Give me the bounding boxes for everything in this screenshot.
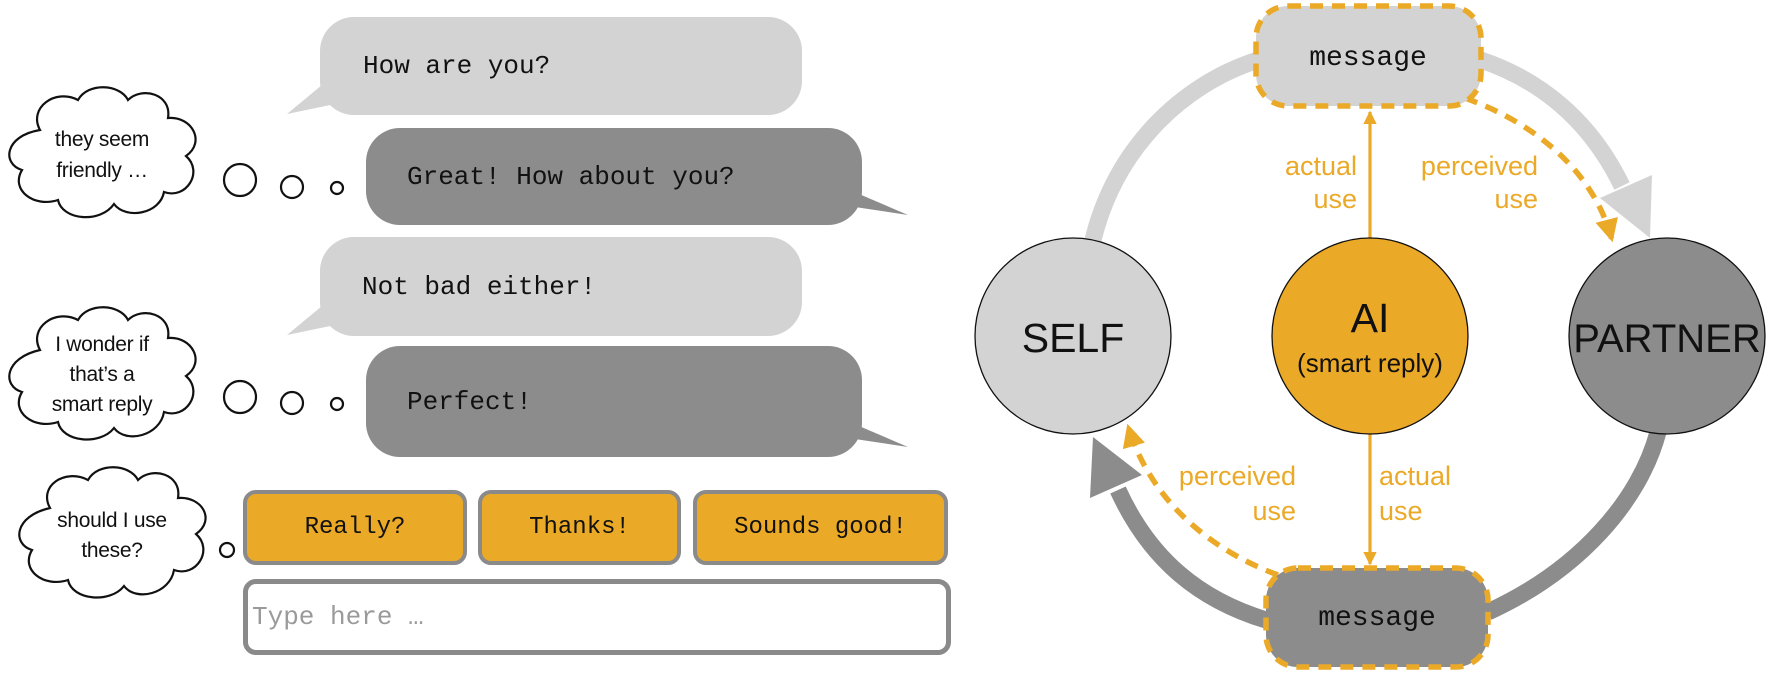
chip-label: Thanks! — [529, 514, 630, 541]
message-bubble-self: Great! How about you? — [366, 128, 862, 225]
thought-text: I wonder if that’s a smart reply — [22, 330, 182, 420]
thought-dot-medium — [279, 174, 305, 200]
flow-self-to-message — [1084, 51, 1261, 243]
thought-dot-small — [218, 541, 236, 559]
message-input[interactable]: Type here … — [243, 579, 951, 655]
node-partner-label: PARTNER — [1573, 317, 1760, 361]
thought-line: friendly … — [56, 159, 148, 182]
smart-reply-chip-thanks[interactable]: Thanks! — [478, 490, 681, 565]
message-text: Great! How about you? — [407, 161, 735, 192]
message-text: Perfect! — [407, 386, 532, 417]
thought-text: should I use these? — [32, 506, 192, 566]
thought-line: I wonder if — [55, 333, 149, 356]
thought-line: should I use — [57, 509, 167, 532]
label-bottom-perceived-1: perceived — [1179, 461, 1296, 491]
chip-label: Really? — [304, 514, 406, 541]
label-bottom-actual-1: actual — [1379, 461, 1451, 491]
chip-label: Sounds good! — [734, 514, 907, 541]
message-text: Not bad either! — [362, 271, 597, 302]
label-top-perceived-1: perceived — [1421, 151, 1538, 181]
thought-text: they seem friendly … — [22, 124, 182, 186]
message-text: How are you? — [363, 51, 551, 81]
label-top-actual-1: actual — [1285, 151, 1357, 181]
thought-dot-medium — [279, 390, 305, 416]
message-box-bottom-label: message — [1318, 603, 1436, 634]
thought-dot-small — [329, 396, 345, 412]
flow-partner-to-message — [1484, 429, 1667, 620]
thought-dot-large — [222, 379, 258, 415]
node-ai-label: AI — [1351, 295, 1390, 341]
smart-reply-chip-sounds-good[interactable]: Sounds good! — [693, 490, 948, 565]
figure-canvas: message message SELF AI (smart reply) PA… — [8, 3, 1766, 670]
thought-dot-small — [329, 180, 345, 196]
node-ai-sublabel: (smart reply) — [1297, 348, 1443, 378]
message-bubble-partner: How are you? — [320, 17, 802, 115]
message-bubble-partner: Not bad either! — [320, 237, 802, 336]
label-bottom-actual-2: use — [1379, 496, 1423, 526]
message-box-top-label: message — [1309, 43, 1427, 74]
label-bottom-perceived-2: use — [1252, 496, 1296, 526]
message-bubble-self: Perfect! — [366, 346, 862, 457]
node-self-label: SELF — [1022, 315, 1125, 361]
label-top-actual-2: use — [1313, 184, 1357, 214]
thought-dot-large — [222, 162, 258, 198]
flow-message-to-self — [1110, 486, 1269, 629]
thought-line: smart reply — [51, 393, 153, 416]
input-placeholder: Type here … — [252, 602, 424, 632]
smart-reply-chip-really[interactable]: Really? — [243, 490, 467, 565]
thought-line: they seem — [54, 128, 150, 151]
thought-line: that’s a — [69, 363, 135, 386]
label-top-perceived-2: use — [1494, 184, 1538, 214]
thought-line: these? — [81, 539, 143, 562]
